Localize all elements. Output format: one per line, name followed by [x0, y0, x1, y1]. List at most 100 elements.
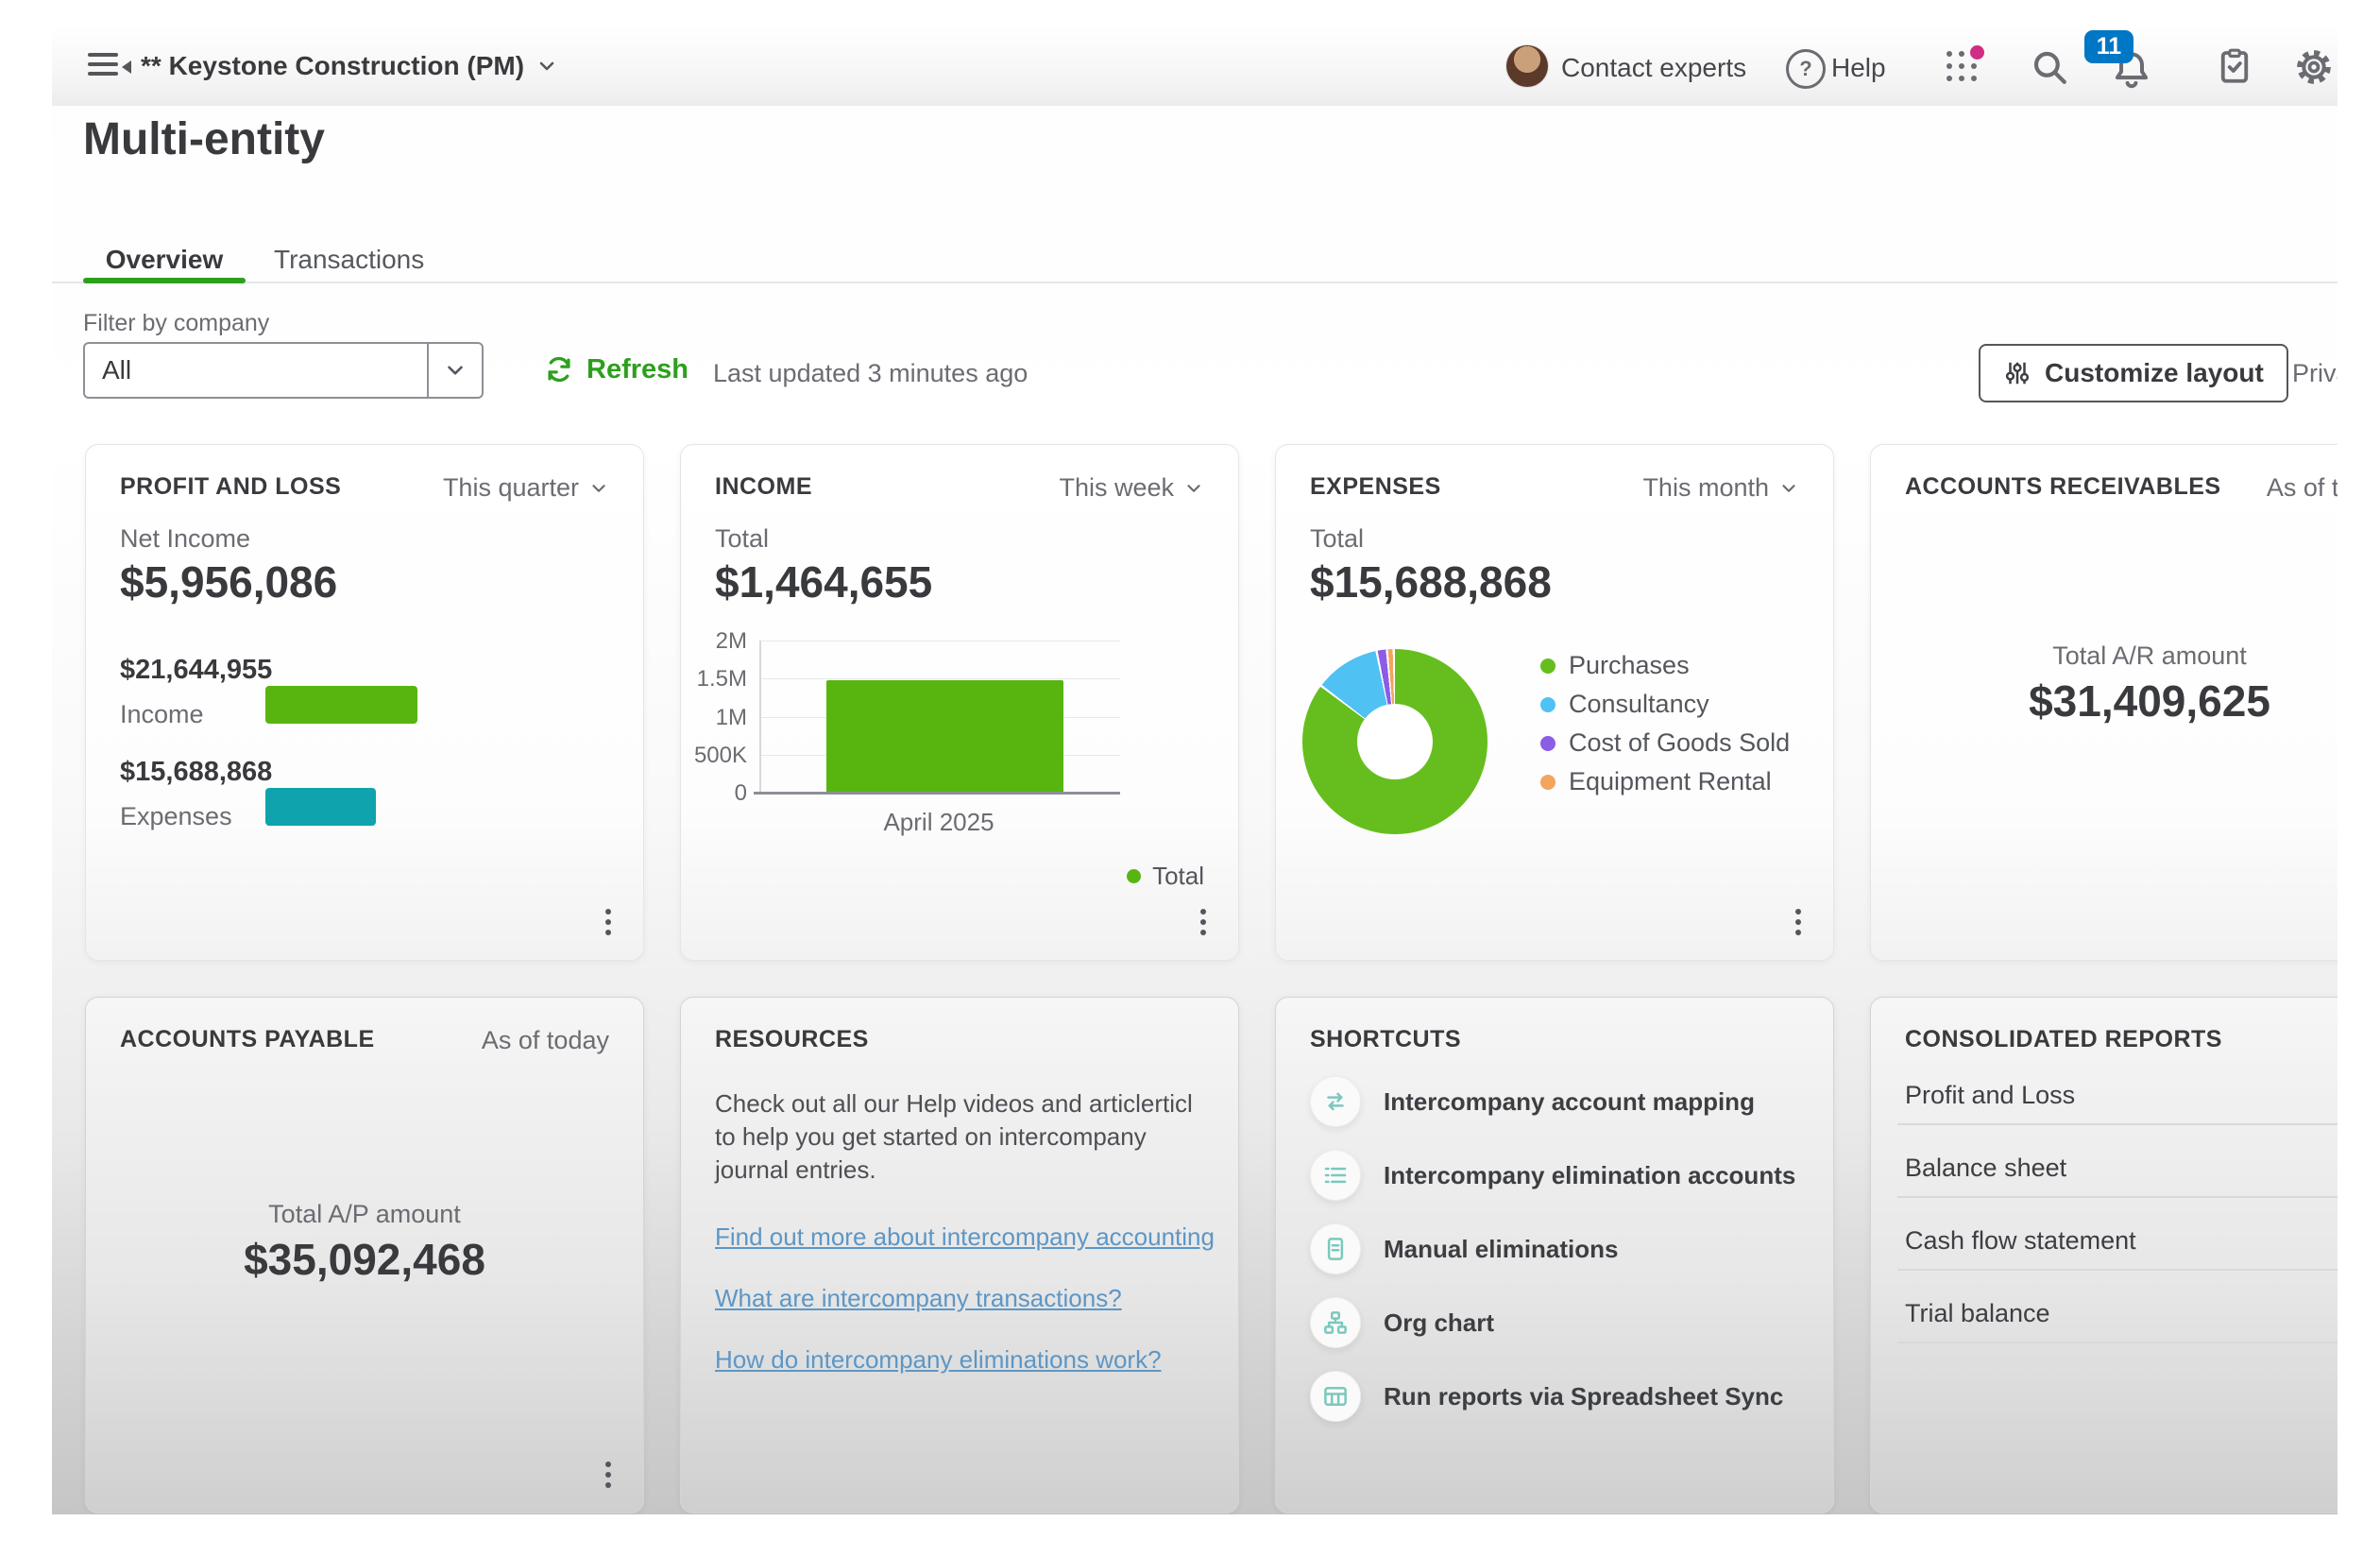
shortcut-label: Run reports via Spreadsheet Sync	[1384, 1382, 1783, 1411]
shortcut-run-reports-spreadsheet-sync[interactable]: Run reports via Spreadsheet Sync	[1310, 1372, 1783, 1421]
settings-gear-icon[interactable]	[2294, 47, 2334, 87]
shortcut-label: Manual eliminations	[1384, 1235, 1619, 1264]
refresh-label: Refresh	[586, 354, 688, 385]
shortcut-intercompany-elimination-accounts[interactable]: Intercompany elimination accounts	[1310, 1151, 1795, 1200]
card-menu-kebab[interactable]	[602, 905, 615, 939]
screenshot-root: { "colors": { "accent_green": "#2ca01c",…	[0, 0, 2380, 1556]
card-title: CONSOLIDATED REPORTS	[1905, 1026, 2222, 1053]
accounts-payable-card: ACCOUNTS PAYABLE As of today Total A/P a…	[85, 997, 644, 1513]
collapse-arrow-icon	[122, 60, 131, 74]
chevron-down-icon	[588, 478, 609, 499]
hamburger-menu-icon[interactable]	[88, 53, 131, 79]
expenses-bar	[265, 788, 376, 826]
legend-item: Consultancy	[1540, 690, 1709, 719]
card-title: SHORTCUTS	[1310, 1026, 1461, 1053]
active-tab-underline	[83, 278, 246, 283]
expenses-value: $15,688,868	[120, 757, 272, 788]
period-dropdown[interactable]: This month	[1642, 473, 1799, 503]
tasks-clipboard-icon[interactable]	[2215, 45, 2254, 87]
help-circle-icon[interactable]: ?	[1786, 49, 1826, 89]
total-value: $15,688,868	[1310, 556, 1552, 607]
legend-dot	[1540, 736, 1556, 751]
contact-experts-button[interactable]: Contact experts	[1561, 53, 1746, 83]
shortcut-label: Org chart	[1384, 1308, 1494, 1338]
question-mark: ?	[1799, 57, 1811, 81]
y-tick: 1M	[681, 705, 747, 731]
profit-and-loss-card: PROFIT AND LOSS This quarter Net Income …	[85, 444, 644, 961]
expenses-label: Expenses	[120, 802, 232, 831]
company-name: ** Keystone Construction (PM)	[141, 51, 524, 81]
report-profit-and-loss[interactable]: Profit and Loss	[1905, 1081, 2075, 1110]
grid-dot	[1971, 76, 1977, 81]
card-menu-kebab[interactable]	[1792, 905, 1805, 939]
company-filter-select[interactable]: All	[83, 342, 484, 399]
card-title: RESOURCES	[715, 1026, 869, 1053]
grid-dot	[1971, 63, 1977, 69]
resources-body-line: to help you get started on intercompany	[715, 1120, 1147, 1154]
customize-layout-button[interactable]: Customize layout	[1979, 344, 2288, 402]
search-icon[interactable]	[2030, 47, 2069, 87]
company-switcher[interactable]: ** Keystone Construction (PM)	[141, 51, 558, 81]
report-trial-balance[interactable]: Trial balance	[1905, 1299, 2050, 1328]
company-filter-value: All	[85, 355, 427, 385]
period-dropdown[interactable]: This quarter	[443, 473, 609, 503]
tab-transactions[interactable]: Transactions	[253, 238, 445, 282]
last-updated-text: Last updated 3 minutes ago	[713, 359, 1028, 388]
link-intercompany-eliminations[interactable]: How do intercompany eliminations work?	[715, 1345, 1162, 1375]
period-value: This month	[1642, 473, 1769, 503]
legend-item: Cost of Goods Sold	[1540, 728, 1790, 758]
card-title: PROFIT AND LOSS	[120, 473, 341, 501]
total-ap-amount: $35,092,468	[86, 1234, 643, 1285]
income-bar	[265, 686, 417, 724]
grid-dot	[1959, 51, 1964, 57]
grid-dot	[1946, 63, 1952, 69]
help-button[interactable]: Help	[1831, 53, 1886, 83]
total-ar-label: Total A/R amount	[1871, 641, 2338, 671]
shortcut-manual-eliminations[interactable]: Manual eliminations	[1310, 1224, 1619, 1274]
shortcuts-card: SHORTCUTS Intercompany account mapping I…	[1275, 997, 1834, 1513]
report-cash-flow-statement[interactable]: Cash flow statement	[1905, 1226, 2136, 1256]
legend-label: Consultancy	[1569, 690, 1709, 719]
total-ap-label: Total A/P amount	[86, 1200, 643, 1229]
as-of-value: As of today	[2267, 473, 2338, 503]
page-title: Multi-entity	[83, 113, 325, 165]
apps-grid-icon[interactable]	[1946, 51, 1979, 83]
divider	[1897, 1342, 2338, 1343]
accounts-receivables-card: ACCOUNTS RECEIVABLES As of today Total A…	[1870, 444, 2338, 961]
document-icon	[1310, 1223, 1361, 1274]
tabs-divider	[52, 282, 2338, 283]
card-menu-kebab[interactable]	[602, 1458, 615, 1492]
net-income-value: $5,956,086	[120, 556, 337, 607]
top-navigation-bar: ** Keystone Construction (PM) Contact ex…	[52, 26, 2338, 106]
legend-label: Equipment Rental	[1569, 767, 1772, 796]
as-of-label: As of today	[482, 1026, 609, 1055]
privacy-toggle-label[interactable]: Privacy	[2292, 359, 2338, 388]
card-menu-kebab[interactable]	[1197, 905, 1210, 939]
select-chevron	[427, 344, 482, 397]
tab-overview[interactable]: Overview	[83, 238, 246, 282]
shortcut-intercompany-account-mapping[interactable]: Intercompany account mapping	[1310, 1077, 1755, 1126]
org-chart-icon	[1310, 1297, 1361, 1348]
card-title: ACCOUNTS RECEIVABLES	[1905, 473, 2221, 501]
shortcut-org-chart[interactable]: Org chart	[1310, 1298, 1494, 1347]
y-tick: 0	[681, 780, 747, 807]
link-intercompany-accounting[interactable]: Find out more about intercompany account…	[715, 1223, 1215, 1252]
total-label: Total	[1310, 524, 1364, 554]
expenses-donut-chart	[1302, 649, 1488, 834]
app-window: ** Keystone Construction (PM) Contact ex…	[52, 26, 2338, 1514]
gridline	[761, 678, 1120, 679]
card-title: INCOME	[715, 473, 812, 501]
refresh-button[interactable]: Refresh	[543, 353, 688, 385]
income-bar-chart	[759, 641, 1120, 793]
notifications-badge: 11	[2084, 30, 2134, 63]
income-total-bar	[826, 680, 1063, 792]
period-dropdown[interactable]: This week	[1059, 473, 1204, 503]
total-label: Total	[715, 524, 769, 554]
link-intercompany-transactions[interactable]: What are intercompany transactions?	[715, 1284, 1122, 1313]
report-balance-sheet[interactable]: Balance sheet	[1905, 1154, 2066, 1183]
avatar[interactable]	[1506, 45, 1548, 87]
total-ar-amount: $31,409,625	[1871, 675, 2338, 727]
x-axis-baseline	[754, 792, 1120, 795]
grid-dot	[1959, 63, 1964, 69]
income-label: Income	[120, 700, 204, 729]
